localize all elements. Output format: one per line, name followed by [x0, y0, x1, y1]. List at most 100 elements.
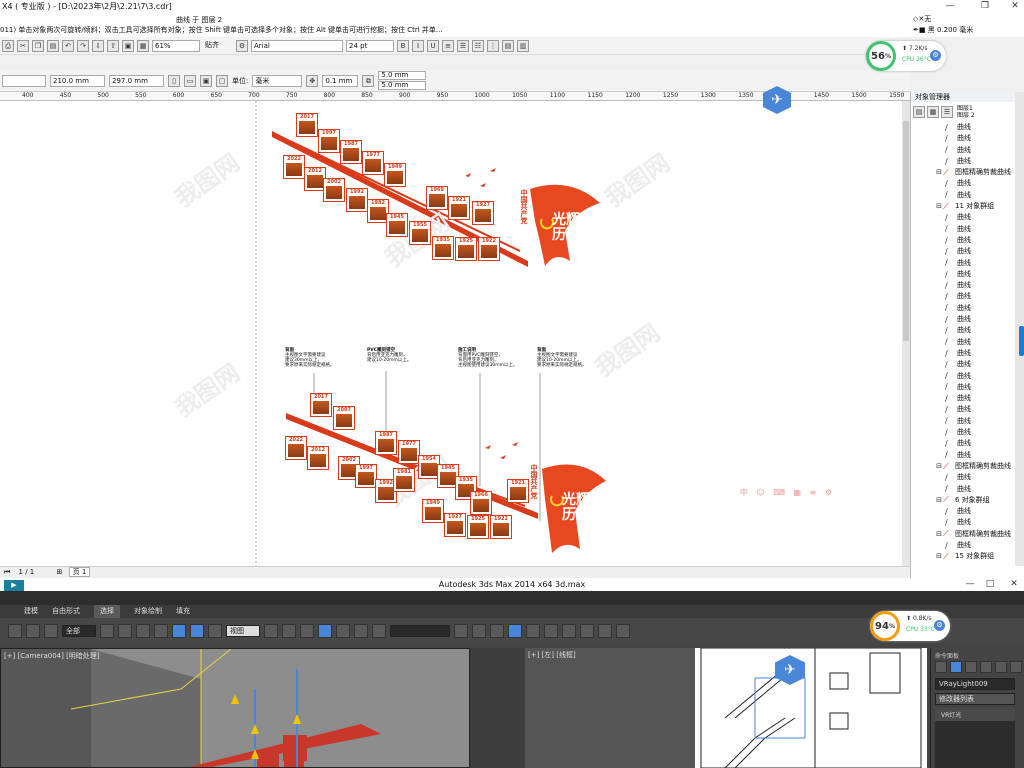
object-curve-row[interactable]: ∕ 曲线	[911, 190, 1024, 201]
dup-y-input[interactable]: 5.0 mm	[378, 81, 427, 90]
max-close-button[interactable]: ✕	[1004, 578, 1024, 591]
photo-frame[interactable]: 1927	[472, 201, 494, 225]
object-curve-row[interactable]: ∕ 曲线	[911, 337, 1024, 348]
dup-x-input[interactable]: 5.0 mm	[378, 71, 427, 80]
bold-icon[interactable]: B	[397, 39, 409, 52]
expand-toggle-icon[interactable]: ⊟	[935, 551, 943, 562]
select-icon[interactable]	[100, 624, 114, 638]
rect-select-icon[interactable]	[136, 624, 150, 638]
tab-modeling[interactable]: 建模	[24, 605, 38, 618]
outline-indicator[interactable]: ✒■ 黑 0.200 毫米	[913, 25, 973, 35]
link-icon[interactable]	[8, 624, 22, 638]
layer-props-icon[interactable]: ▦	[927, 106, 939, 118]
edit-named-selection-icon[interactable]	[372, 624, 386, 638]
options-icon[interactable]: ⚙	[236, 39, 248, 52]
manipulate-icon[interactable]	[282, 624, 296, 638]
photo-frame[interactable]: 1935	[432, 236, 454, 260]
bullet-list-icon[interactable]: ⋮	[487, 39, 499, 52]
expand-toggle-icon[interactable]: ⊟	[935, 167, 943, 178]
photo-frame[interactable]: 1921	[507, 479, 529, 503]
layer-manager-icon[interactable]	[490, 624, 504, 638]
photo-frame[interactable]: 2012	[307, 446, 329, 470]
graphite-toggle-icon[interactable]	[508, 624, 522, 638]
layer-manager-icon[interactable]: ☰	[941, 106, 953, 118]
max-app-icon[interactable]: ▶	[4, 580, 24, 591]
photo-frame[interactable]: 2022	[285, 436, 307, 460]
max-restore-button[interactable]: □	[980, 578, 1000, 591]
photo-frame[interactable]: 1997	[355, 464, 377, 488]
expand-toggle-icon[interactable]: ⊟	[935, 201, 943, 212]
italic-icon[interactable]: I	[412, 39, 424, 52]
snap-icon[interactable]	[300, 624, 314, 638]
object-curve-row[interactable]: ∕ 曲线	[911, 359, 1024, 370]
select-by-name-icon[interactable]	[118, 624, 132, 638]
photo-frame[interactable]: 1945	[386, 213, 408, 237]
close-button[interactable]: ✕	[1005, 0, 1024, 13]
photo-frame[interactable]: 1949	[422, 499, 444, 523]
object-group-row[interactable]: ⊟ ⟋ 6 对象群组	[911, 495, 1024, 506]
page-width-input[interactable]: 210.0 mm	[50, 74, 105, 87]
mirror-icon[interactable]	[454, 624, 468, 638]
display-tab-icon[interactable]	[995, 661, 1007, 673]
layer-view-icon[interactable]: ▤	[913, 106, 925, 118]
font-size-combo[interactable]: 24 pt	[346, 39, 394, 52]
photo-frame[interactable]: 1987	[375, 431, 397, 455]
angle-snap-icon[interactable]	[318, 624, 332, 638]
photo-frame[interactable]: 1925	[455, 237, 477, 261]
scroll-thumb[interactable]	[903, 121, 909, 341]
object-group-row[interactable]: ⊟ ⟋ 图框精确剪裁曲线	[911, 461, 1024, 472]
photo-frame[interactable]: 1922	[478, 237, 500, 261]
object-curve-row[interactable]: ∕ 曲线	[911, 235, 1024, 246]
photo-frame[interactable]: 1949	[384, 163, 406, 187]
object-curve-row[interactable]: ∕ 曲线	[911, 145, 1024, 156]
pivot-icon[interactable]	[264, 624, 278, 638]
vertical-text-icon[interactable]: ▥	[517, 39, 529, 52]
import-icon[interactable]: ⇩	[92, 39, 104, 52]
photo-frame[interactable]: 1921	[448, 196, 470, 220]
photo-frame[interactable]: 1987	[340, 140, 362, 164]
object-curve-row[interactable]: ∕ 曲线	[911, 393, 1024, 404]
named-selection-combo[interactable]	[390, 625, 450, 637]
drawing-canvas[interactable]: 我图网 我图网 我图网 我图网 我图网 我图网 2017202220121997…	[0, 101, 902, 566]
photo-frame[interactable]: 2007	[333, 406, 355, 430]
object-group-row[interactable]: ⊟ ⟋ 图框精确剪裁曲线	[911, 529, 1024, 540]
object-curve-row[interactable]: ∕ 曲线	[911, 484, 1024, 495]
unit-combo[interactable]: 毫米	[252, 74, 303, 87]
object-curve-row[interactable]: ∕ 曲线	[911, 427, 1024, 438]
object-curve-row[interactable]: ∕ 曲线	[911, 291, 1024, 302]
horizontal-text-icon[interactable]: ▤	[502, 39, 514, 52]
print-icon[interactable]: ⎙	[2, 39, 14, 52]
photo-frame[interactable]: 1992	[346, 188, 368, 212]
material-editor-icon[interactable]	[562, 624, 576, 638]
object-curve-row[interactable]: ∕ 曲线	[911, 133, 1024, 144]
render-setup-icon[interactable]	[580, 624, 594, 638]
photo-frame[interactable]: 2022	[283, 155, 305, 179]
photo-frame[interactable]: 2017	[310, 393, 332, 417]
reference-coord-combo[interactable]: 视图	[226, 625, 260, 637]
selection-filter-combo[interactable]: 全部	[62, 625, 96, 637]
utilities-tab-icon[interactable]	[1010, 661, 1022, 673]
undo-icon[interactable]: ↶	[62, 39, 74, 52]
object-curve-row[interactable]: ∕ 曲线	[911, 280, 1024, 291]
landscape-icon[interactable]: ▭	[184, 74, 196, 87]
photo-frame[interactable]: 2002	[323, 178, 345, 202]
photo-frame[interactable]: 1969	[426, 186, 448, 210]
object-curve-row[interactable]: ∕ 曲线	[911, 450, 1024, 461]
spinner-snap-icon[interactable]	[354, 624, 368, 638]
restore-button[interactable]: ❐	[975, 0, 995, 13]
object-curve-row[interactable]: ∕ 曲线	[911, 438, 1024, 449]
object-curve-row[interactable]: ∕ 曲线	[911, 472, 1024, 483]
align-icon[interactable]	[472, 624, 486, 638]
expand-toggle-icon[interactable]: ⊟	[935, 495, 943, 506]
current-page-icon[interactable]: ▢	[216, 74, 228, 87]
zoom-combo[interactable]: 61%	[152, 39, 200, 52]
font-combo[interactable]: Arial	[251, 39, 343, 52]
photo-frame[interactable]: 2017	[296, 113, 318, 137]
side-tab-handle[interactable]	[1019, 326, 1024, 356]
copy-icon[interactable]: ❐	[32, 39, 44, 52]
settings-gear-icon[interactable]: ⚙	[934, 620, 945, 631]
photo-frame[interactable]: 1977	[362, 151, 384, 175]
rendered-frame-icon[interactable]	[598, 624, 612, 638]
camera-viewport-label[interactable]: [+] [Camera004] [明暗处理]	[4, 651, 100, 661]
page-height-input[interactable]: 297.0 mm	[109, 74, 164, 87]
